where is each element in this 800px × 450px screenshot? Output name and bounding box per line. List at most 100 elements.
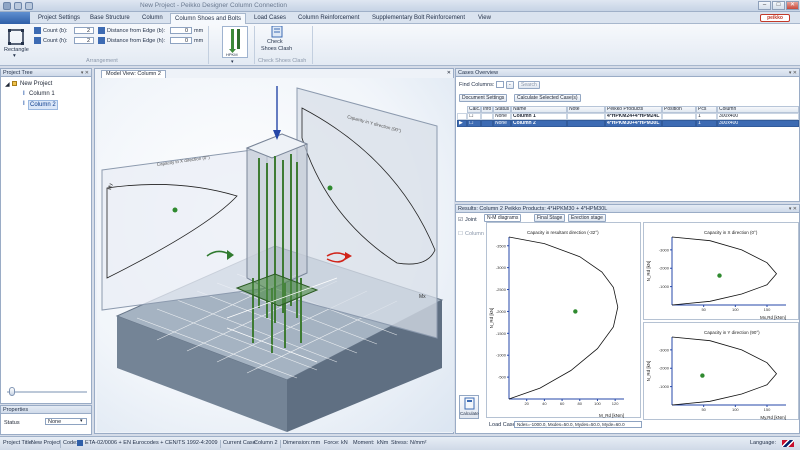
tab-view[interactable]: View [474,13,495,24]
col-header-calc[interactable]: Calc. [467,106,481,113]
tab-base-structure[interactable]: Base Structure [86,13,134,24]
file-menu-button[interactable] [0,12,30,24]
col-header-position[interactable]: Position [662,106,696,113]
results-header: Results: Column 2 Peikko Products: 4*HPK… [456,205,799,213]
document-settings-button[interactable]: Document Settings [459,94,508,102]
joint-checkbox[interactable]: ☑ [458,217,463,223]
find-columns-input[interactable] [496,81,504,88]
distance-h-unit: mm [194,38,204,44]
tab-project-settings[interactable]: Project Settings [34,13,84,24]
model-view-tab[interactable]: Model View: Column 2 [101,70,166,78]
calc-checkbox[interactable]: ☐ [467,113,481,120]
col-header-column[interactable]: Column [717,106,799,113]
calculate-selected-button[interactable]: Calculate Selected Case(s) [514,94,581,102]
chart-y-direction-svg: -1000 -2000 -3000 50 100 150 Capacity in Y dir… [646,330,786,420]
distance-b-input[interactable]: 0 [170,27,192,34]
minimize-button[interactable]: – [758,1,771,10]
tree-expand-icon[interactable]: ◢ [5,81,10,88]
load-case-select[interactable]: Ndes=-1000.0, Mxdes=50.0, Mydes=50.0, My… [514,421,642,428]
zoom-slider-track[interactable] [7,391,87,393]
calc-checkbox[interactable]: ☐ [467,120,481,127]
y-tick-label: -1500 [496,331,507,336]
col-header-products[interactable]: Peikko Products [605,106,662,113]
project-title-value: New Project [31,440,61,446]
panel-controls-icon[interactable]: ▾ ✕ [789,69,797,77]
products-cell: 4*HPKM30+4*HPM30L [605,120,662,127]
count-b-label: Count (b): [43,28,68,34]
row-selector-arrow-icon[interactable]: ▶ [457,120,467,127]
joint-label: Joint [465,217,477,223]
column-icon: I [23,101,25,107]
ribbon-separator [312,26,313,64]
moment-label: Moment: [353,440,375,446]
gallery-expand-icon[interactable]: ▾ [231,59,234,65]
tab-nm-diagrams[interactable]: N-M diagrams [484,214,522,222]
tab-column-reinforcement[interactable]: Column Reinforcement [294,13,363,24]
y-tick-label: -3000 [659,247,670,252]
panel-controls-icon[interactable]: ▾ ✕ [81,69,89,77]
tree-item-column-1[interactable]: Column 1 [29,91,55,97]
y-tick-label: -3000 [659,347,670,352]
calculate-button[interactable]: Calculate [459,395,479,419]
product-label: HPKM [226,52,238,57]
x-tick-label: 150 [764,407,771,412]
chevron-down-icon: ▾ [13,53,16,59]
status-separator [60,440,61,448]
column-checkbox[interactable]: ☐ [458,231,463,237]
arrangement-group-label: Arrangement [86,58,118,64]
find-prev-button[interactable]: - [506,81,514,89]
project-title-label: Project Title: [3,440,34,446]
distance-h-icon [98,37,105,44]
tree-root[interactable]: New Project [20,81,52,87]
status-separator [280,440,281,448]
count-b-input[interactable]: 2 [74,27,94,34]
row-selector[interactable] [457,113,467,120]
model-view-3d[interactable]: My Capacity in X direction (0°) Capacity… [97,78,454,432]
results-title: Results: Column 2 Peikko Products: 4*HPK… [458,206,608,212]
close-button[interactable]: ✕ [786,1,799,10]
save-icon[interactable] [14,2,22,10]
tab-final-stage[interactable]: Final Stage [534,214,566,222]
column-cell: 300x400 [717,120,799,127]
model-view-controls-icon[interactable]: ✕ [447,70,451,76]
y-tick-label: -3000 [496,265,507,270]
y-tick-label: -2500 [496,287,507,292]
count-h-input[interactable]: 2 [74,37,94,44]
check-clash-icon [271,25,283,38]
info-cell [481,113,493,120]
cases-overview-header: Cases Overview ▾ ✕ [456,69,799,77]
tab-supplementary-bolt-reinforcement[interactable]: Supplementary Bolt Reinforcement [368,13,469,24]
product-gallery[interactable]: HPKM [222,26,248,58]
search-button[interactable]: Search [518,81,540,89]
code-label: Code: [63,440,78,446]
chevron-down-icon[interactable]: ▾ [80,418,83,424]
col-header-note[interactable]: Note [567,106,605,113]
tree-item-column-2[interactable]: Column 2 [28,100,58,110]
y-tick-label: -1000 [496,353,507,358]
undo-icon[interactable] [25,2,33,10]
panel-controls-icon[interactable]: ▾ ✕ [789,205,797,213]
tab-erection-stage[interactable]: Erection stage [568,214,606,222]
rectangle-arrangement-button[interactable]: Rectangle ▾ [4,27,29,59]
col-header-status[interactable]: Status [493,106,511,113]
name-cell: Column 1 [511,113,567,120]
check-label-line2: Shoes Clash [261,46,293,52]
maximize-button[interactable]: □ [772,1,785,10]
language-flag-icon[interactable] [782,440,794,447]
model-3d-scene[interactable]: My Capacity in X direction (0°) Capacity… [97,78,454,432]
force-label: Force: [324,440,340,446]
distance-h-input[interactable]: 0 [170,37,192,44]
col-header-name[interactable]: Name [511,106,567,113]
col-header-pcs[interactable]: Pcs [696,106,717,113]
check-shoes-clash-button[interactable]: Check Shoes Clash [260,25,294,56]
status-cell: None [493,120,511,127]
current-case-label: Current Case: [223,440,258,446]
app-menu-icon[interactable] [3,2,11,10]
tab-column[interactable]: Column [138,13,167,24]
zoom-slider-handle[interactable] [9,387,15,396]
pcs-cell: 1 [696,113,717,120]
x-tick-label: 50 [701,307,706,312]
find-columns-label: Find Columns: [459,82,495,88]
tab-load-cases[interactable]: Load Cases [250,13,290,24]
col-header-info[interactable]: Info [481,106,493,113]
